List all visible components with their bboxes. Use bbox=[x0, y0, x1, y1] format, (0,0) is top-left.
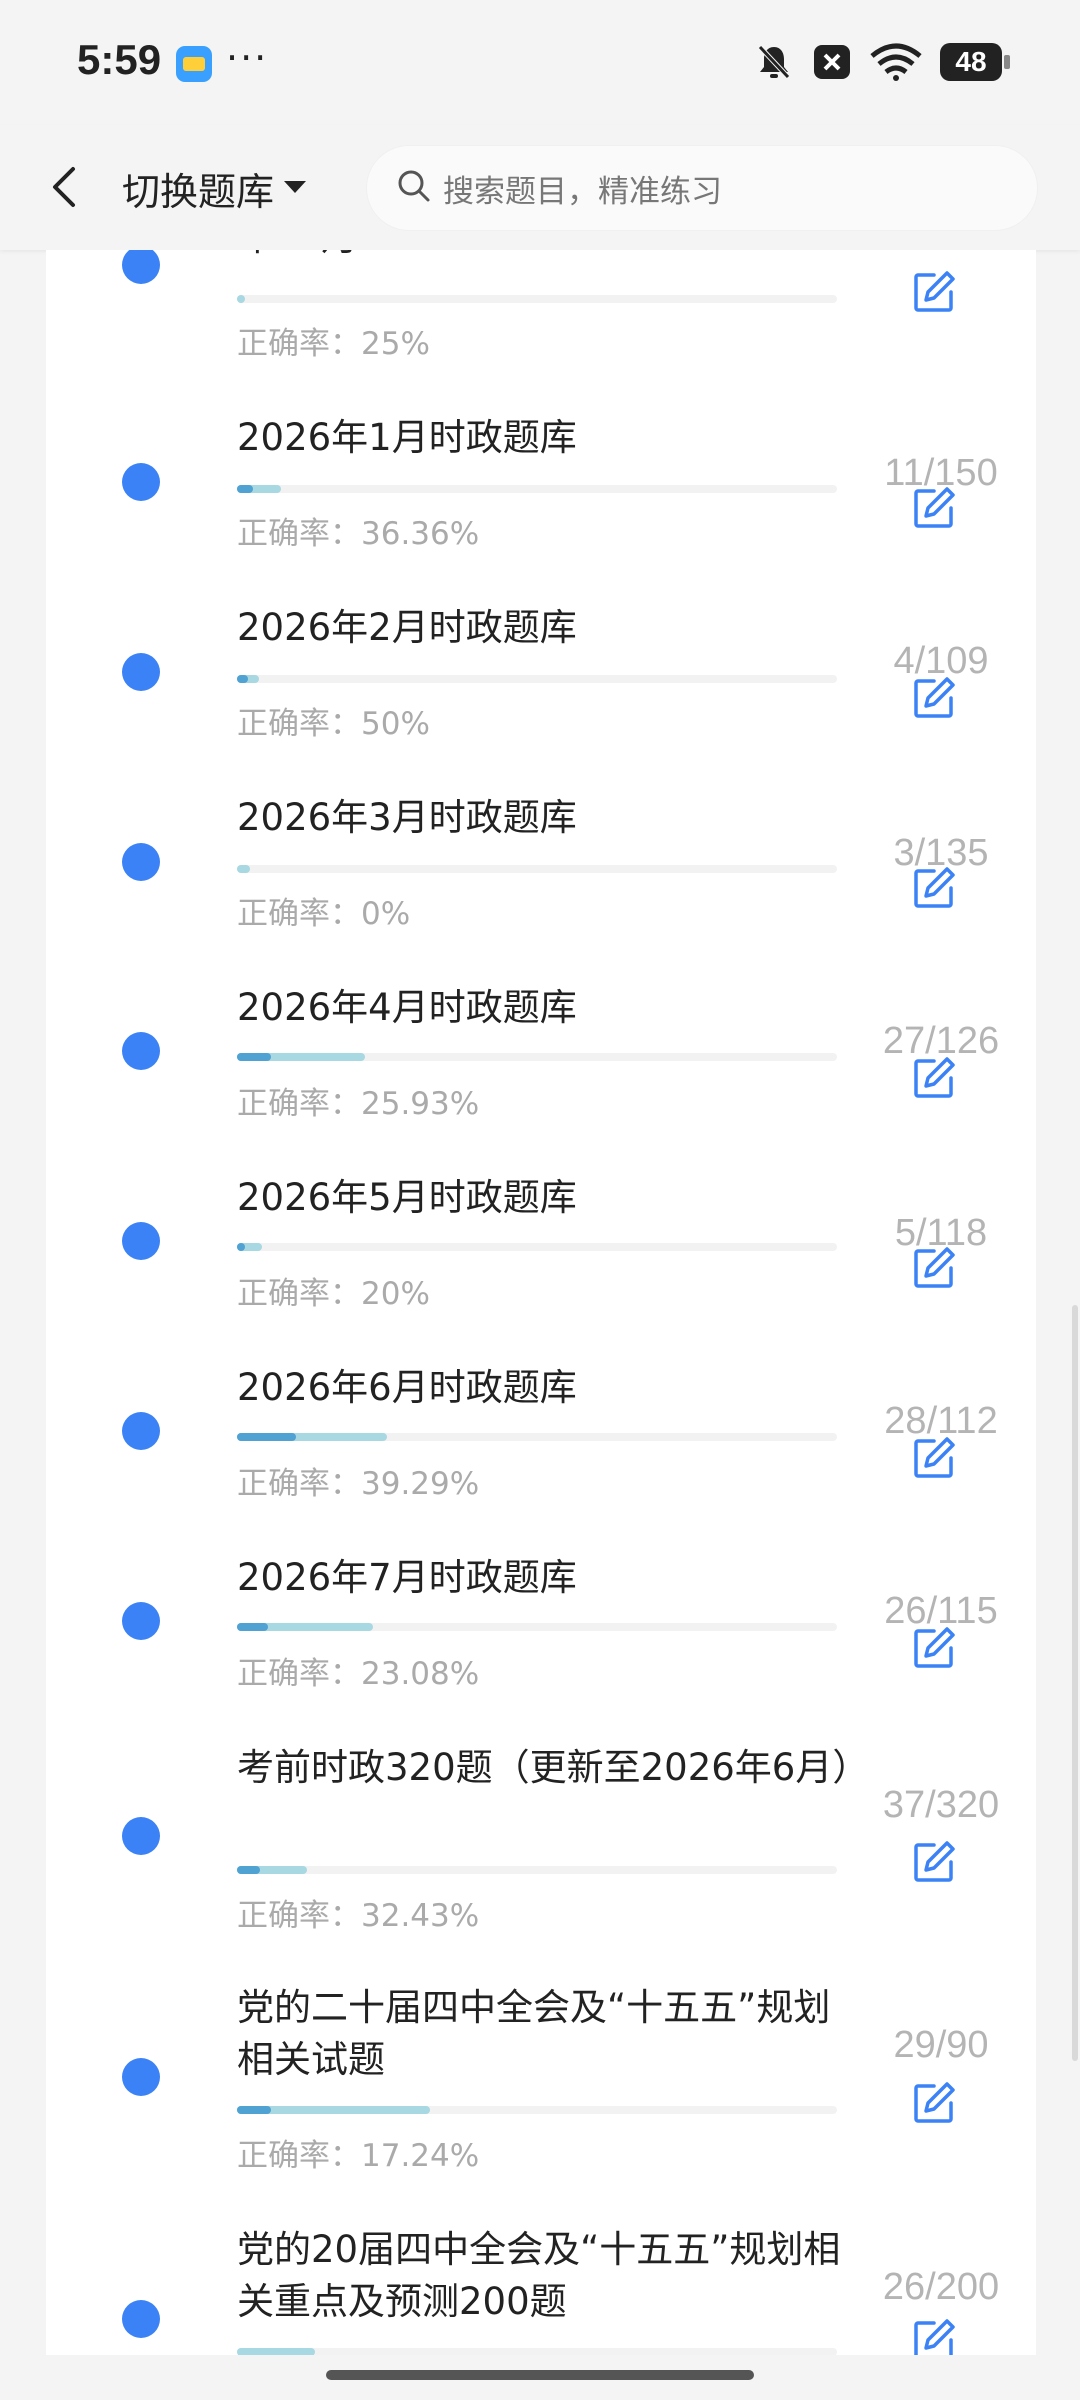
progress-correct-fill bbox=[237, 2106, 271, 2114]
progress-correct-fill bbox=[237, 1623, 269, 1631]
edit-icon[interactable] bbox=[912, 2318, 956, 2355]
item-title: 党的二十届四中全会及“十五五”规划相关试题 bbox=[237, 1986, 831, 2081]
status-dot bbox=[122, 843, 160, 881]
progress-bar bbox=[237, 1623, 837, 1631]
progress-bar bbox=[237, 2348, 837, 2355]
accuracy-rate: 正确率：36.36% bbox=[237, 516, 480, 552]
status-dot bbox=[122, 1412, 160, 1450]
accuracy-rate: 正确率：25.93% bbox=[237, 1086, 480, 1122]
status-dot bbox=[122, 1032, 160, 1070]
edit-icon[interactable] bbox=[912, 270, 956, 314]
edit-icon[interactable] bbox=[912, 1840, 956, 1884]
progress-correct-fill bbox=[237, 1243, 245, 1251]
switch-bank-label: 切换题库 bbox=[122, 170, 275, 214]
switch-bank-dropdown[interactable]: 切换题库 bbox=[122, 161, 308, 216]
accuracy-rate: 正确率：17.24% bbox=[237, 2138, 480, 2174]
battery-icon: 48 bbox=[940, 43, 1010, 81]
item-title: 年12月 bbox=[237, 250, 867, 264]
scrollbar[interactable] bbox=[1072, 1305, 1078, 2061]
accuracy-rate: 正确率：50% bbox=[237, 706, 430, 742]
progress-correct-fill bbox=[237, 1866, 260, 1874]
progress-count: 29/90 bbox=[893, 2024, 989, 2066]
item-title: 2026年3月时政题库 bbox=[237, 796, 577, 839]
progress-correct-fill bbox=[237, 1433, 296, 1441]
edit-icon[interactable] bbox=[912, 2081, 956, 2125]
edit-icon[interactable] bbox=[912, 1056, 956, 1100]
accuracy-rate: 正确率：25% bbox=[237, 326, 430, 362]
progress-bar bbox=[237, 1866, 837, 1874]
status-time: 5:59 bbox=[77, 36, 162, 83]
edit-icon[interactable] bbox=[912, 676, 956, 720]
item-title: 2026年6月时政题库 bbox=[237, 1366, 577, 1409]
progress-bar bbox=[237, 865, 837, 873]
edit-icon[interactable] bbox=[912, 1436, 956, 1480]
edit-icon[interactable] bbox=[912, 1626, 956, 1670]
progress-count: 37/320 bbox=[882, 1784, 1000, 1826]
progress-bar bbox=[237, 1433, 837, 1441]
search-placeholder: 搜索题目，精准练习 bbox=[443, 173, 722, 210]
item-title: 2026年1月时政题库 bbox=[237, 416, 577, 459]
accuracy-rate: 正确率：20% bbox=[237, 1276, 430, 1312]
progress-correct-fill bbox=[237, 675, 248, 683]
item-title: 党的20届四中全会及“十五五”规划相关重点及预测200题 bbox=[237, 2228, 841, 2323]
app-header: 切换题库 搜索题目，精准练习 bbox=[0, 125, 1080, 250]
progress-bar bbox=[237, 1243, 837, 1251]
progress-fill bbox=[237, 2348, 315, 2355]
progress-count: 26/200 bbox=[882, 2266, 1000, 2308]
status-dot bbox=[122, 250, 160, 284]
item-title: 考前时政320题（更新至2026年6月） bbox=[237, 1746, 870, 1789]
status-dot bbox=[122, 653, 160, 691]
accuracy-rate: 正确率：32.43% bbox=[237, 1898, 480, 1934]
status-dot bbox=[122, 1602, 160, 1640]
bell-off-icon bbox=[754, 42, 794, 82]
search-icon bbox=[397, 169, 431, 207]
caret-down-icon bbox=[282, 179, 308, 199]
home-indicator[interactable] bbox=[326, 2370, 754, 2380]
edit-icon[interactable] bbox=[912, 866, 956, 910]
wifi-icon bbox=[870, 42, 922, 82]
progress-fill bbox=[237, 295, 245, 303]
status-more-dots: ··· bbox=[226, 36, 269, 80]
question-bank-list[interactable]: 年12月正确率：25%2026年1月时政题库正确率：36.36%11/15020… bbox=[0, 250, 1080, 2355]
accuracy-rate: 正确率：39.29% bbox=[237, 1466, 480, 1502]
app-wallet-icon bbox=[176, 46, 212, 82]
search-input[interactable]: 搜索题目，精准练习 bbox=[366, 145, 1038, 231]
status-bar: 5:59 ··· 48 bbox=[0, 0, 1080, 125]
close-box-icon bbox=[812, 42, 852, 82]
status-dot bbox=[122, 2058, 160, 2096]
progress-bar bbox=[237, 485, 837, 493]
item-title: 2026年2月时政题库 bbox=[237, 606, 577, 649]
progress-fill bbox=[237, 865, 251, 873]
accuracy-rate: 正确率：23.08% bbox=[237, 1656, 480, 1692]
edit-icon[interactable] bbox=[912, 486, 956, 530]
progress-bar bbox=[237, 295, 837, 303]
list-card: 年12月正确率：25%2026年1月时政题库正确率：36.36%11/15020… bbox=[46, 250, 1036, 2355]
status-icons: 48 bbox=[754, 40, 1010, 84]
status-dot bbox=[122, 2300, 160, 2338]
progress-bar bbox=[237, 1053, 837, 1061]
status-dot bbox=[122, 1222, 160, 1260]
item-title: 2026年4月时政题库 bbox=[237, 986, 577, 1029]
progress-bar bbox=[237, 2106, 837, 2114]
progress-correct-fill bbox=[237, 485, 254, 493]
item-title: 2026年5月时政题库 bbox=[237, 1176, 577, 1219]
progress-correct-fill bbox=[237, 1053, 271, 1061]
back-arrow-icon[interactable] bbox=[42, 163, 86, 211]
status-dot bbox=[122, 463, 160, 501]
item-title: 2026年7月时政题库 bbox=[237, 1556, 577, 1599]
progress-bar bbox=[237, 675, 837, 683]
accuracy-rate: 正确率：0% bbox=[237, 896, 411, 932]
status-dot bbox=[122, 1817, 160, 1855]
edit-icon[interactable] bbox=[912, 1246, 956, 1290]
